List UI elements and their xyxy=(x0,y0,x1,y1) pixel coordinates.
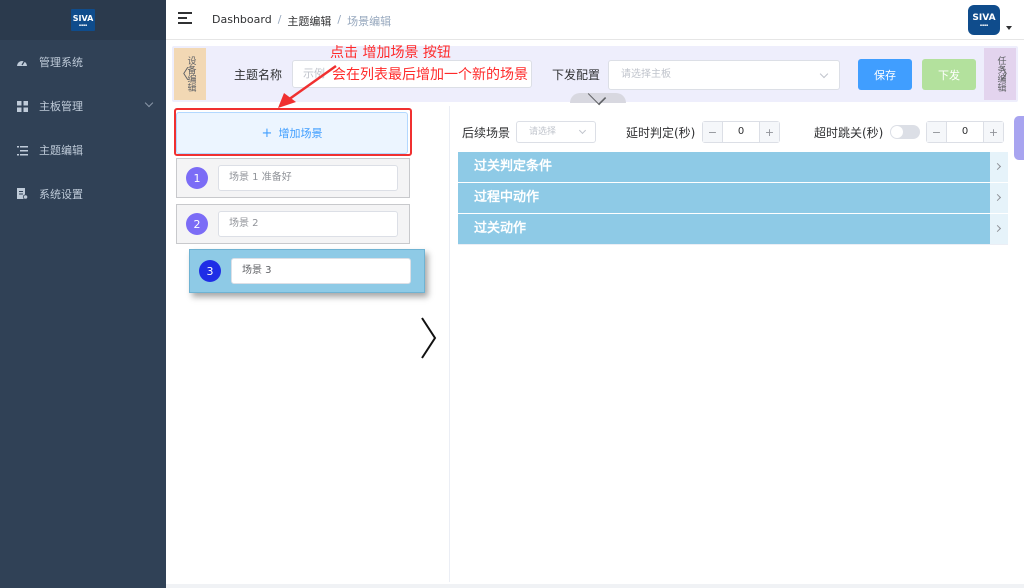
plus-icon[interactable]: + xyxy=(759,122,779,142)
top-navbar: Dashboard / 主题编辑 / 场景编辑 SIVA ▪▪▪▪ xyxy=(166,0,1024,40)
scene-index-badge: 2 xyxy=(186,213,208,235)
right-edge-drawer-tab[interactable] xyxy=(1014,116,1024,160)
section-title: 过程中动作 xyxy=(474,190,540,205)
send-button[interactable]: 下发 xyxy=(922,59,976,90)
sidebar-item-label: 管理系统 xyxy=(39,56,83,69)
scene-name-input[interactable]: 场景 3 xyxy=(231,258,411,284)
annotation-line-1: 点击 增加场景 按钮 xyxy=(330,45,451,61)
add-scene-button[interactable]: + 增加场景 xyxy=(176,112,408,154)
next-scene-label: 后续场景 xyxy=(462,126,511,140)
toggle-knob xyxy=(891,126,903,138)
scene-detail-panel: 后续场景 请选择 延时判定(秒) − 0 + 超时跳关(秒) − 0 + 过关判… xyxy=(458,106,1008,582)
breadcrumb-dashboard[interactable]: Dashboard xyxy=(212,13,272,29)
chevron-down-icon xyxy=(587,86,607,106)
chevron-right-icon xyxy=(990,214,1008,244)
chevron-left-icon: 〈 xyxy=(175,67,189,83)
scene-controls-row: 后续场景 请选择 延时判定(秒) − 0 + 超时跳关(秒) − 0 + xyxy=(458,120,1008,144)
chevron-right-icon xyxy=(990,152,1008,182)
avatar-subtext: ▪▪▪▪ xyxy=(979,23,989,27)
settings-doc-icon xyxy=(16,188,28,200)
caret-down-icon[interactable] xyxy=(1006,26,1012,30)
hamburger-icon[interactable] xyxy=(178,12,192,26)
chevron-right-icon xyxy=(990,183,1008,213)
scene-name-input[interactable]: 场景 1 准备好 xyxy=(218,165,398,191)
logo-area: SIVA ▪▪▪▪ xyxy=(0,0,166,40)
section-process-actions[interactable]: 过程中动作 xyxy=(458,183,1008,213)
annotation-arrow xyxy=(278,64,337,108)
board-select-placeholder: 请选择主板 xyxy=(621,69,671,80)
scene-list-panel: + 增加场景 1 场景 1 准备好 2 场景 2 3 场景 3 xyxy=(172,106,450,582)
section-pass-conditions[interactable]: 过关判定条件 xyxy=(458,152,1008,182)
scene-index-badge: 1 xyxy=(186,167,208,189)
chevron-down-icon xyxy=(144,98,154,108)
next-scene-placeholder: 请选择 xyxy=(529,127,557,137)
section-pass-actions[interactable]: 过关动作 xyxy=(458,214,1008,244)
task-edit-tab[interactable]: 任务编辑 〉 xyxy=(984,48,1016,100)
grid-icon xyxy=(16,100,28,112)
minus-icon[interactable]: − xyxy=(703,122,723,142)
chevron-right-icon[interactable] xyxy=(418,316,438,360)
sidebar-item-label: 系统设置 xyxy=(39,188,83,201)
annotation-line-2: 会在列表最后增加一个新的场景 xyxy=(332,67,528,83)
siva-logo: SIVA ▪▪▪▪ xyxy=(71,9,95,31)
section-title: 过关动作 xyxy=(474,221,527,236)
breadcrumb-separator: / xyxy=(277,13,282,26)
divider xyxy=(458,244,1008,245)
breadcrumb: Dashboard / 主题编辑 / 场景编辑 xyxy=(212,13,391,29)
chevron-down-icon xyxy=(819,69,829,79)
plus-icon[interactable]: + xyxy=(983,122,1003,142)
timeout-label: 超时跳关(秒) xyxy=(814,126,884,140)
breadcrumb-scene-edit: 场景编辑 xyxy=(347,15,392,28)
scene-index-badge: 3 xyxy=(199,260,221,282)
scene-item[interactable]: 1 场景 1 准备好 xyxy=(176,158,410,198)
sidebar-item-label: 主板管理 xyxy=(39,100,83,113)
annotation-text: 点击 增加场景 按钮 会在列表最后增加一个新的场景 xyxy=(330,42,528,86)
sidebar-item-management[interactable]: 管理系统 xyxy=(0,40,166,84)
next-scene-select[interactable]: 请选择 xyxy=(516,121,596,143)
minus-icon[interactable]: − xyxy=(927,122,947,142)
scene-item-dragging[interactable]: 3 场景 3 xyxy=(189,249,425,293)
timeout-stepper[interactable]: − 0 + xyxy=(926,121,1004,143)
avatar[interactable]: SIVA ▪▪▪▪ xyxy=(968,5,1000,35)
delay-stepper[interactable]: − 0 + xyxy=(702,121,780,143)
timeout-value[interactable]: 0 xyxy=(947,122,983,142)
sidebar-item-topic-edit[interactable]: 主题编辑 xyxy=(0,128,166,172)
delay-label: 延时判定(秒) xyxy=(626,126,696,140)
timeout-toggle[interactable] xyxy=(890,125,920,139)
logo-text: SIVA xyxy=(72,13,94,23)
chevron-right-icon: 〉 xyxy=(1001,67,1015,83)
avatar-text: SIVA xyxy=(972,13,996,23)
breadcrumb-topic-edit[interactable]: 主题编辑 xyxy=(287,13,331,29)
scene-name-input[interactable]: 场景 2 xyxy=(218,211,398,237)
page-bottom-strip xyxy=(166,584,1024,588)
list-icon xyxy=(16,144,28,156)
collapse-config-handle[interactable] xyxy=(570,86,626,106)
sidebar-item-settings[interactable]: 系统设置 xyxy=(0,172,166,216)
dashboard-icon xyxy=(16,56,28,68)
logo-subtext: ▪▪▪▪ xyxy=(78,22,88,27)
plus-icon: + xyxy=(261,125,273,141)
save-button[interactable]: 保存 xyxy=(858,59,912,90)
sidebar-item-label: 主题编辑 xyxy=(39,144,83,157)
add-scene-label: 增加场景 xyxy=(278,127,323,140)
sidebar-item-board[interactable]: 主板管理 xyxy=(0,84,166,128)
delay-value[interactable]: 0 xyxy=(723,122,759,142)
device-edit-tab[interactable]: 〈 设备编辑 xyxy=(174,48,206,100)
chevron-down-icon xyxy=(578,126,587,135)
breadcrumb-separator: / xyxy=(337,13,342,26)
section-title: 过关判定条件 xyxy=(474,159,553,174)
sidebar: SIVA ▪▪▪▪ 管理系统 主板管理 主题编辑 系统设置 xyxy=(0,0,166,588)
scene-item[interactable]: 2 场景 2 xyxy=(176,204,410,244)
dispatch-config-label: 下发配置 xyxy=(552,68,601,82)
board-select[interactable]: 请选择主板 xyxy=(608,60,840,90)
